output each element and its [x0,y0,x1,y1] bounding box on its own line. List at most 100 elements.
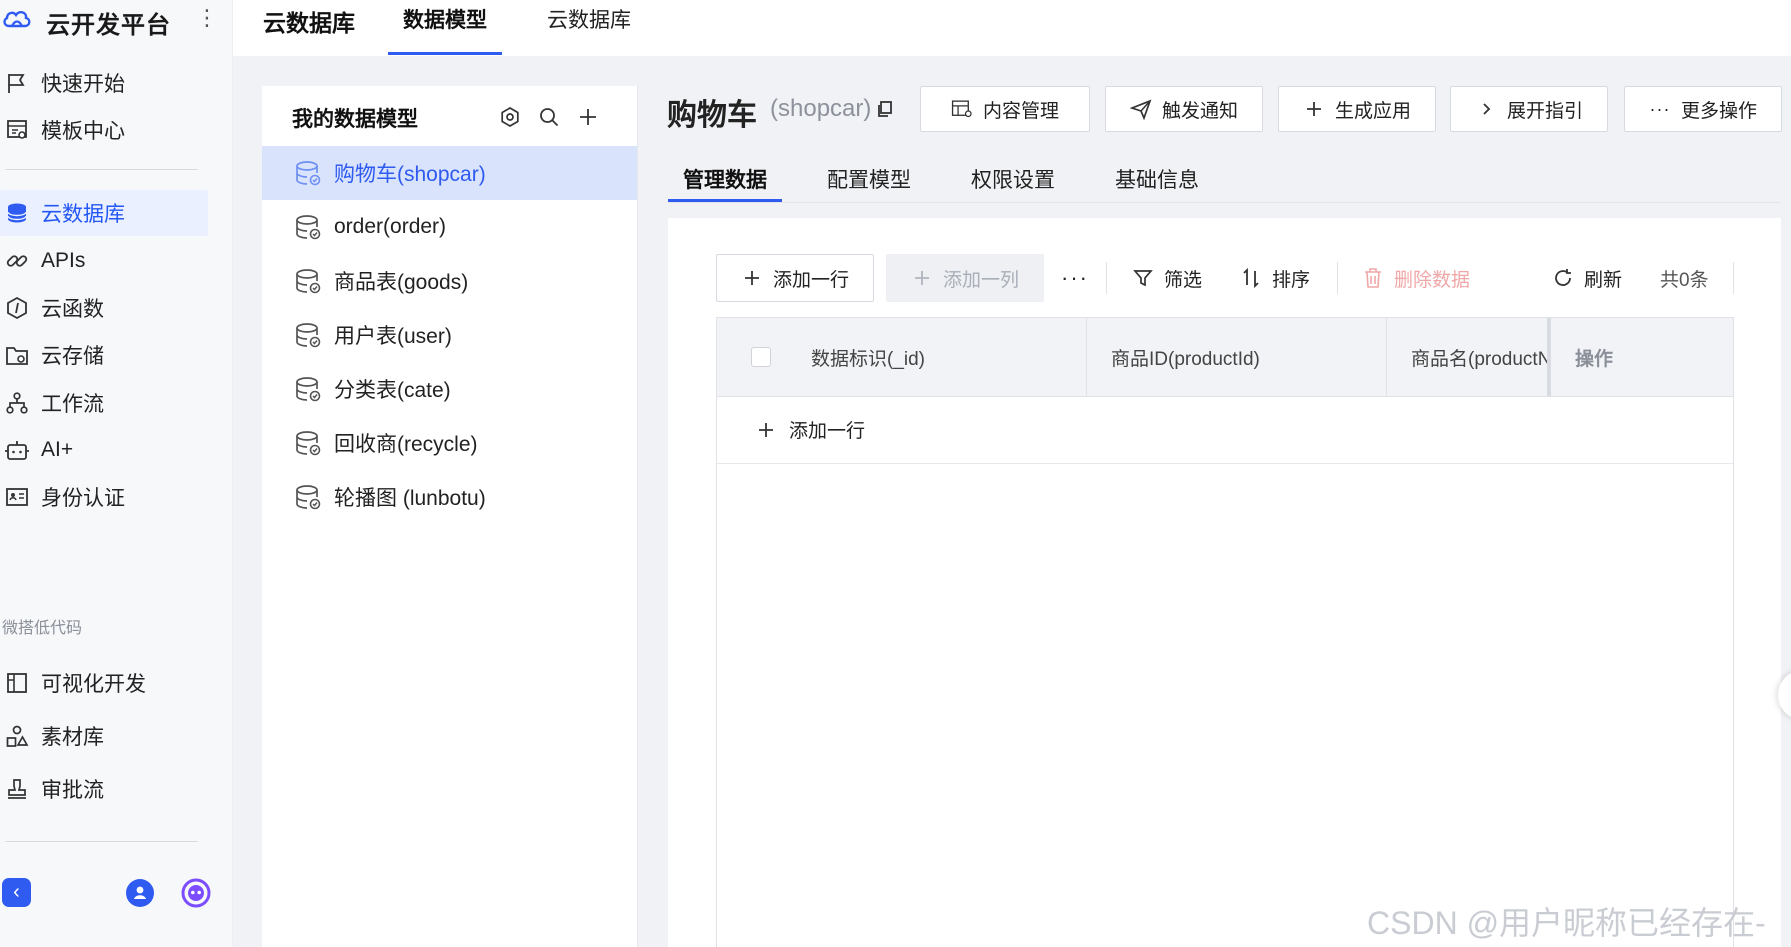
filter-icon [1132,267,1154,289]
sort-button[interactable]: 排序 [1240,254,1310,302]
button-label: 内容管理 [982,100,1059,122]
column-header-product-name[interactable]: 商品名(productNa [1387,318,1551,396]
add-column-button[interactable]: 添加一列 [886,254,1044,302]
copy-icon[interactable] [876,100,894,118]
sidebar-item-approval-flow[interactable]: 审批流 [0,766,208,812]
model-item-shopcar[interactable]: 购物车(shopcar) [262,146,637,200]
button-label: 触发通知 [1161,100,1238,122]
button-label: 删除数据 [1394,269,1471,291]
tab-configure-model[interactable]: 配置模型 [827,164,911,194]
sidebar-item-templates[interactable]: 模板中心 [0,107,208,153]
add-model-icon[interactable] [575,104,601,130]
more-horizontal-icon[interactable]: ··· [1060,254,1090,302]
model-item-label: 购物车(shopcar) [334,163,486,186]
sidebar-item-cloud-database[interactable]: 云数据库 [0,190,208,236]
model-item-goods[interactable]: 商品表(goods) [262,254,637,308]
refresh-button[interactable]: 刷新 [1552,254,1622,302]
sidebar-item-label: 素材库 [41,726,104,749]
model-item-cate[interactable]: 分类表(cate) [262,362,637,416]
sidebar-item-apis[interactable]: APIs [0,238,208,284]
sort-icon [1240,267,1262,289]
sidebar-item-label: 云存储 [41,345,104,368]
delete-data-button[interactable]: 删除数据 [1362,254,1470,302]
column-header-product-id[interactable]: 商品ID(productId) [1087,318,1387,396]
model-item-label: 用户表(user) [334,325,452,348]
button-label: 排序 [1272,269,1311,291]
more-actions-button[interactable]: ··· 更多操作 [1624,86,1782,132]
tab-basic-info[interactable]: 基础信息 [1115,164,1199,194]
sidebar-item-quickstart[interactable]: 快速开始 [0,60,208,106]
model-item-user[interactable]: 用户表(user) [262,308,637,362]
sidebar-item-visual-dev[interactable]: 可视化开发 [0,660,208,706]
trigger-notification-button[interactable]: 触发通知 [1105,86,1263,132]
button-label: 添加一列 [942,269,1019,291]
more-vertical-icon[interactable]: ⋮ [196,3,218,33]
button-label: 筛选 [1164,269,1203,291]
column-header-actions: 操作 [1575,348,1614,370]
sidebar-item-label: 身份认证 [41,487,125,510]
app-title: 云开发平台 [46,12,171,39]
panel-title: 我的数据模型 [292,108,418,131]
template-icon [3,116,31,144]
add-row-button[interactable]: 添加一行 [716,254,874,302]
sidebar-item-workflow[interactable]: 工作流 [0,380,208,426]
watermark: CSDN @用户昵称已经存在- [1367,905,1766,941]
sidebar-item-identity-auth[interactable]: 身份认证 [0,474,208,520]
sidebar-item-cloud-functions[interactable]: 云函数 [0,285,208,331]
content-management-button[interactable]: 内容管理 [920,86,1090,132]
shapes-icon [3,722,31,750]
cloud-logo-icon [2,7,32,31]
tab-cloud-database[interactable]: 云数据库 [547,4,631,52]
model-db-icon [292,373,324,405]
sidebar: 云开发平台 ⋮ 快速开始 模板中心 云数据库 APIs 云函数 云存储 工作流 … [0,0,233,947]
sidebar-item-cloud-storage[interactable]: 云存储 [0,332,208,378]
trash-icon [1362,267,1384,289]
grid-add-row[interactable]: 添加一行 [717,396,1733,464]
model-db-icon [292,265,324,297]
chevron-right-icon [1475,98,1497,120]
plus-icon [1303,98,1325,120]
plus-icon [755,419,777,441]
column-header-id[interactable]: 数据标识(_id) [787,318,1087,396]
total-count: 共0条 [1660,269,1709,291]
generate-app-button[interactable]: 生成应用 [1278,86,1436,132]
sidebar-item-label: 云数据库 [41,203,125,226]
model-db-icon [292,319,324,351]
filter-button[interactable]: 筛选 [1132,254,1202,302]
model-item-recycle[interactable]: 回收商(recycle) [262,416,637,470]
model-db-icon [292,211,324,243]
page-title: 云数据库 [263,10,355,36]
sidebar-item-label: 模板中心 [41,120,125,143]
sidebar-item-label: APIs [41,249,86,272]
plus-icon [911,267,933,289]
sidebar-item-ai[interactable]: AI+ [0,427,208,473]
collapse-sidebar-icon[interactable]: ‹ [2,878,31,907]
sidebar-item-label: 工作流 [41,393,104,416]
data-grid: 数据标识(_id) 商品ID(productId) 商品名(productNa … [716,317,1734,947]
robot-icon [3,436,31,464]
settings-icon[interactable] [497,104,523,130]
expand-guide-button[interactable]: 展开指引 [1450,86,1608,132]
button-label: 更多操作 [1680,100,1757,122]
workflow-icon [3,389,31,417]
model-item-lunbotu[interactable]: 轮播图 (lunbotu) [262,470,637,524]
tab-manage-data[interactable]: 管理数据 [683,164,767,194]
model-item-order[interactable]: order(order) [262,200,637,254]
sidebar-item-assets[interactable]: 素材库 [0,713,208,759]
search-icon[interactable] [536,104,562,130]
sidebar-item-label: 快速开始 [41,73,125,96]
tab-permissions[interactable]: 权限设置 [971,164,1055,194]
send-icon [1129,98,1152,120]
button-label: 展开指引 [1506,100,1583,122]
model-db-icon [292,481,324,513]
model-item-label: order(order) [334,215,447,238]
model-item-label: 分类表(cate) [334,379,451,402]
id-card-icon [3,483,31,511]
flag-icon [3,69,31,97]
assistant-bot-icon[interactable] [180,877,212,909]
grid-header: 数据标识(_id) 商品ID(productId) 商品名(productNa … [717,318,1733,397]
select-all-checkbox[interactable] [751,347,771,367]
user-avatar-icon[interactable] [126,879,154,907]
tab-data-model[interactable]: 数据模型 [403,4,487,52]
toolbar-divider [1733,262,1734,294]
